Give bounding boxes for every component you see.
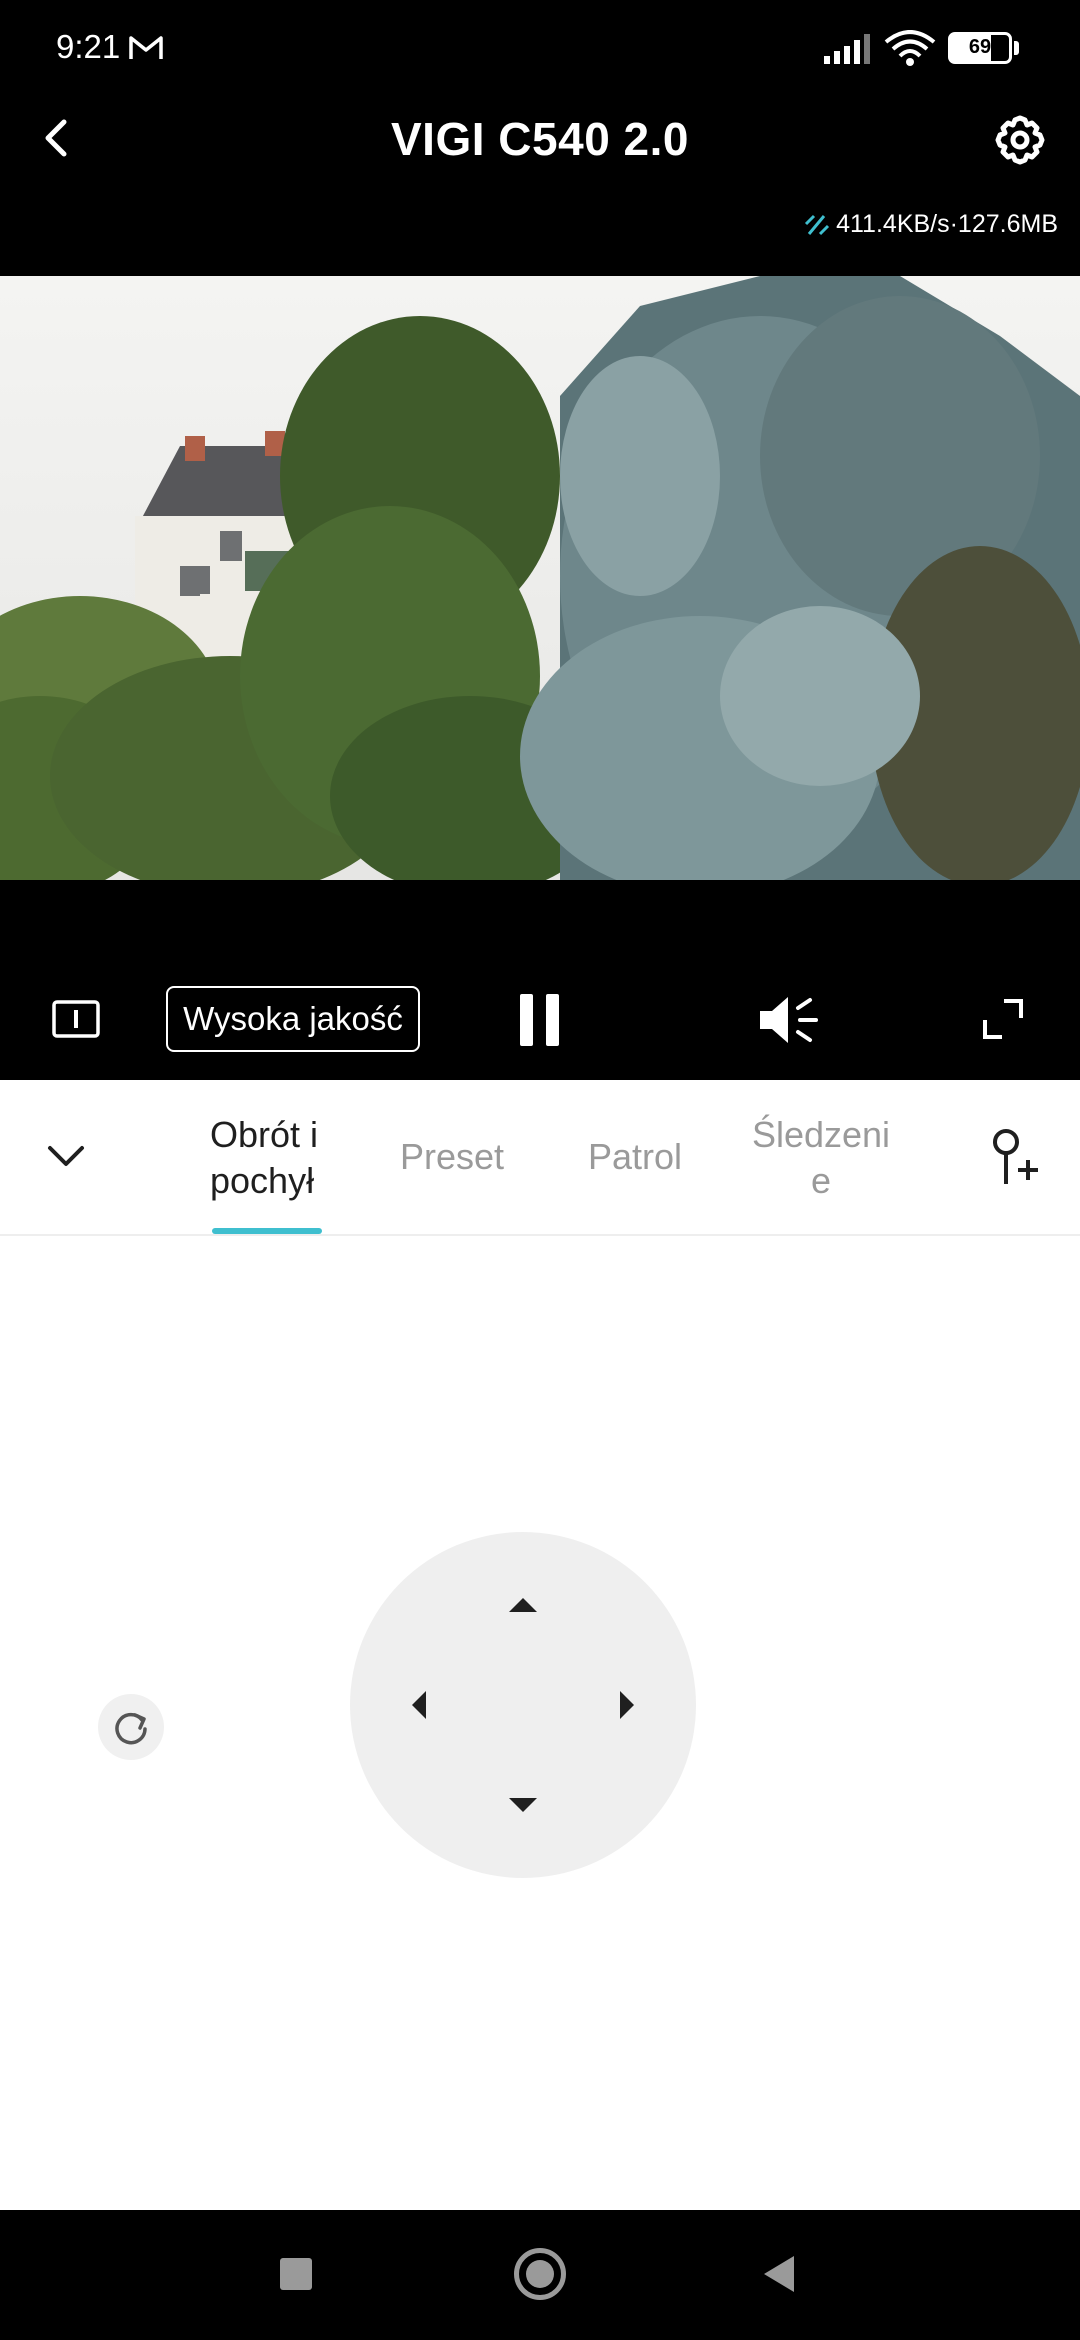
fullscreen-icon	[983, 999, 1023, 1039]
active-tab-indicator	[212, 1228, 322, 1234]
pause-icon	[520, 994, 559, 1046]
tab-pan-tilt-line2: pochył	[210, 1160, 315, 1201]
gmail-icon	[128, 34, 164, 67]
tab-preset[interactable]: Preset	[400, 1134, 504, 1180]
info-box-icon	[52, 1000, 100, 1038]
arrow-right-icon[interactable]	[620, 1691, 634, 1719]
ptz-tab-bar: Obrót i pochył Preset Patrol Śledzeni e	[0, 1080, 1080, 1236]
tab-pan-tilt[interactable]: Obrót i pochył	[210, 1112, 318, 1204]
page-title: VIGI C540 2.0	[391, 113, 689, 165]
speaker-icon	[760, 997, 818, 1043]
tab-tracking-line1: Śledzeni	[751, 1114, 891, 1155]
status-time: 9:21	[56, 28, 121, 65]
reset-position-button[interactable]	[98, 1694, 164, 1760]
add-preset-point-button[interactable]	[986, 1126, 1042, 1190]
tab-tracking-line2: e	[810, 1160, 832, 1201]
battery-tip	[1014, 41, 1019, 55]
gear-icon	[995, 115, 1045, 165]
camera-video-feed[interactable]	[0, 276, 1080, 880]
tab-patrol[interactable]: Patrol	[588, 1134, 682, 1180]
tab-tracking[interactable]: Śledzeni e	[748, 1112, 894, 1204]
system-navigation-bar	[0, 2210, 1080, 2340]
reset-icon	[115, 1712, 147, 1745]
settings-button[interactable]	[990, 110, 1050, 170]
pause-button[interactable]	[520, 994, 560, 1051]
quality-button[interactable]: Wysoka jakość	[166, 986, 420, 1052]
status-bar: 9:21 69	[0, 0, 1080, 96]
player-controls: Wysoka jakość	[0, 960, 1080, 1080]
bandwidth-indicator: 411.4KB/s·127.6MB	[804, 210, 1058, 239]
data-rate-icon	[805, 214, 830, 235]
camera-scene-image	[0, 276, 1080, 880]
ptz-control-area	[0, 1238, 1080, 2210]
battery-percentage: 69	[968, 36, 992, 58]
arrow-down-icon[interactable]	[509, 1798, 537, 1812]
info-box-button[interactable]	[52, 1000, 100, 1043]
chevron-down-icon	[48, 1146, 84, 1166]
arrow-up-icon[interactable]	[509, 1598, 537, 1612]
ptz-joystick[interactable]	[350, 1532, 696, 1878]
app-bar: VIGI C540 2.0 411.4KB/s·127.6MB	[0, 96, 1080, 276]
wifi-icon	[884, 30, 936, 71]
speaker-button[interactable]	[758, 994, 820, 1051]
fullscreen-button[interactable]	[982, 998, 1024, 1045]
home-button-dot	[526, 2260, 554, 2288]
battery-icon: 69	[948, 32, 1012, 64]
tab-pan-tilt-line1: Obrót i	[210, 1114, 319, 1155]
signal-icon	[824, 34, 874, 69]
pin-add-icon	[993, 1129, 1038, 1184]
arrow-left-icon[interactable]	[412, 1691, 426, 1719]
collapse-button[interactable]	[38, 1128, 94, 1184]
bandwidth-text: 411.4KB/s·127.6MB	[836, 210, 1058, 238]
recents-button[interactable]	[280, 2258, 312, 2290]
system-back-button[interactable]	[764, 2256, 794, 2292]
home-button[interactable]	[514, 2248, 566, 2300]
